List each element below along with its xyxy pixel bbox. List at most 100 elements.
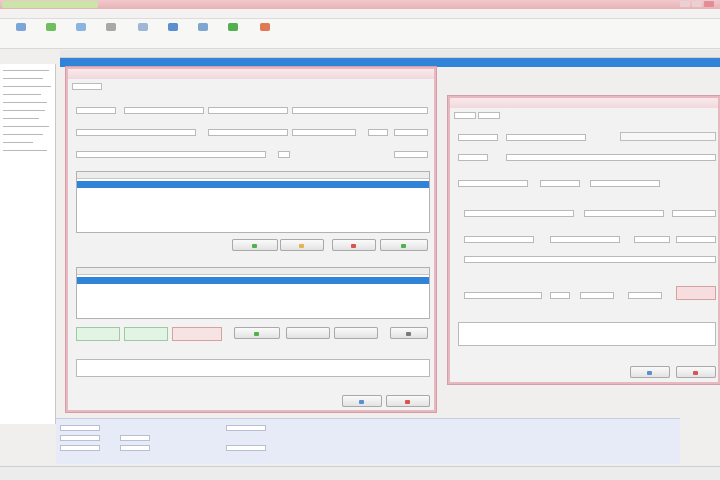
menu-bar	[0, 9, 720, 19]
toolbar-button[interactable]	[68, 23, 94, 47]
spin-field[interactable]	[394, 129, 428, 136]
delete-icon	[260, 23, 270, 31]
list-header	[77, 268, 429, 275]
input-field[interactable]	[208, 107, 288, 114]
list-row-selected[interactable]	[77, 277, 429, 284]
tree-item[interactable]	[3, 134, 43, 135]
action-button[interactable]	[334, 327, 378, 339]
tree-item[interactable]	[3, 110, 45, 111]
bottom-field[interactable]	[60, 425, 100, 431]
radio-option-a[interactable]	[454, 112, 476, 119]
tree-item[interactable]	[3, 94, 41, 95]
tree-item[interactable]	[3, 78, 43, 79]
bottom-field[interactable]	[60, 435, 100, 441]
input-field[interactable]	[464, 236, 534, 243]
toolbar-button[interactable]	[190, 23, 216, 47]
tree-item[interactable]	[3, 118, 39, 119]
bottom-field[interactable]	[60, 445, 100, 451]
tree-item[interactable]	[3, 126, 49, 127]
input-field[interactable]	[394, 151, 428, 158]
action-button[interactable]	[286, 327, 330, 339]
edit-icon	[298, 243, 304, 248]
tree-item[interactable]	[3, 150, 47, 151]
cancel-button[interactable]	[386, 395, 430, 407]
maximize-button[interactable]	[692, 1, 702, 7]
tree-item[interactable]	[3, 70, 49, 71]
bottom-value[interactable]	[120, 445, 150, 451]
input-field[interactable]	[628, 292, 662, 299]
spin-field[interactable]	[368, 129, 388, 136]
input-field[interactable]	[580, 292, 614, 299]
ok-button[interactable]	[342, 395, 382, 407]
dialog-tab[interactable]	[72, 83, 102, 90]
details-list[interactable]	[76, 267, 430, 319]
list-button[interactable]	[232, 239, 278, 251]
ok-button[interactable]	[630, 366, 670, 378]
minimize-button[interactable]	[680, 1, 690, 7]
input-field[interactable]	[506, 154, 716, 161]
left-panel	[0, 64, 56, 424]
toolbar-button[interactable]	[8, 23, 34, 47]
input-field[interactable]	[590, 180, 660, 187]
input-field[interactable]	[208, 129, 288, 136]
input-field[interactable]	[458, 134, 498, 141]
lookup-button[interactable]	[278, 151, 290, 158]
tree-item[interactable]	[3, 86, 51, 87]
input-field[interactable]	[76, 107, 116, 114]
bottom-value[interactable]	[120, 435, 150, 441]
bottom-value[interactable]	[226, 425, 266, 431]
list-button[interactable]	[280, 239, 324, 251]
close-button[interactable]	[704, 1, 714, 7]
list-button[interactable]	[380, 239, 428, 251]
cancel-button[interactable]	[676, 366, 716, 378]
options-checkbox[interactable]	[620, 132, 716, 141]
tree-item[interactable]	[3, 142, 33, 143]
input-field[interactable]	[458, 180, 528, 187]
action-button[interactable]	[390, 327, 428, 339]
close-icon	[405, 331, 411, 336]
input-field[interactable]	[464, 256, 716, 263]
input-field[interactable]	[292, 107, 428, 114]
toolbar-button[interactable]	[218, 23, 248, 47]
title-bar	[0, 0, 720, 9]
bottom-value[interactable]	[226, 445, 266, 451]
properties-dialog	[448, 96, 720, 384]
input-field[interactable]	[540, 180, 580, 187]
grid-selected-row[interactable]	[60, 58, 720, 67]
toolbar-button[interactable]	[250, 23, 280, 47]
app-tab[interactable]	[2, 1, 98, 8]
input-field[interactable]	[124, 107, 204, 114]
input-field[interactable]	[76, 151, 266, 158]
notes-textarea[interactable]	[76, 359, 430, 377]
input-field[interactable]	[676, 236, 716, 243]
toolbar-button[interactable]	[130, 23, 156, 47]
new-icon	[16, 23, 26, 31]
list-row-selected[interactable]	[77, 181, 429, 188]
input-field[interactable]	[464, 210, 574, 217]
copy-icon	[106, 23, 116, 31]
input-field[interactable]	[550, 236, 620, 243]
input-field[interactable]	[550, 292, 570, 299]
input-field[interactable]	[672, 210, 716, 217]
notes-textarea[interactable]	[458, 322, 716, 346]
toolbar	[0, 19, 720, 49]
radio-option-b[interactable]	[478, 112, 500, 119]
list-button[interactable]	[332, 239, 376, 251]
input-field[interactable]	[464, 292, 542, 299]
toolbar-button[interactable]	[160, 23, 186, 47]
items-list[interactable]	[76, 171, 430, 233]
input-field[interactable]	[292, 129, 356, 136]
action-button[interactable]	[234, 327, 280, 339]
toolbar-button[interactable]	[98, 23, 124, 47]
cancel-icon	[404, 399, 410, 404]
check-icon	[646, 370, 652, 375]
tree-item[interactable]	[3, 102, 47, 103]
input-field[interactable]	[76, 129, 196, 136]
cancel-icon	[692, 370, 698, 375]
input-field[interactable]	[634, 236, 670, 243]
edit-icon	[76, 23, 86, 31]
input-field[interactable]	[584, 210, 664, 217]
toolbar-button[interactable]	[38, 23, 64, 47]
input-field[interactable]	[506, 134, 586, 141]
input-field[interactable]	[458, 154, 488, 161]
